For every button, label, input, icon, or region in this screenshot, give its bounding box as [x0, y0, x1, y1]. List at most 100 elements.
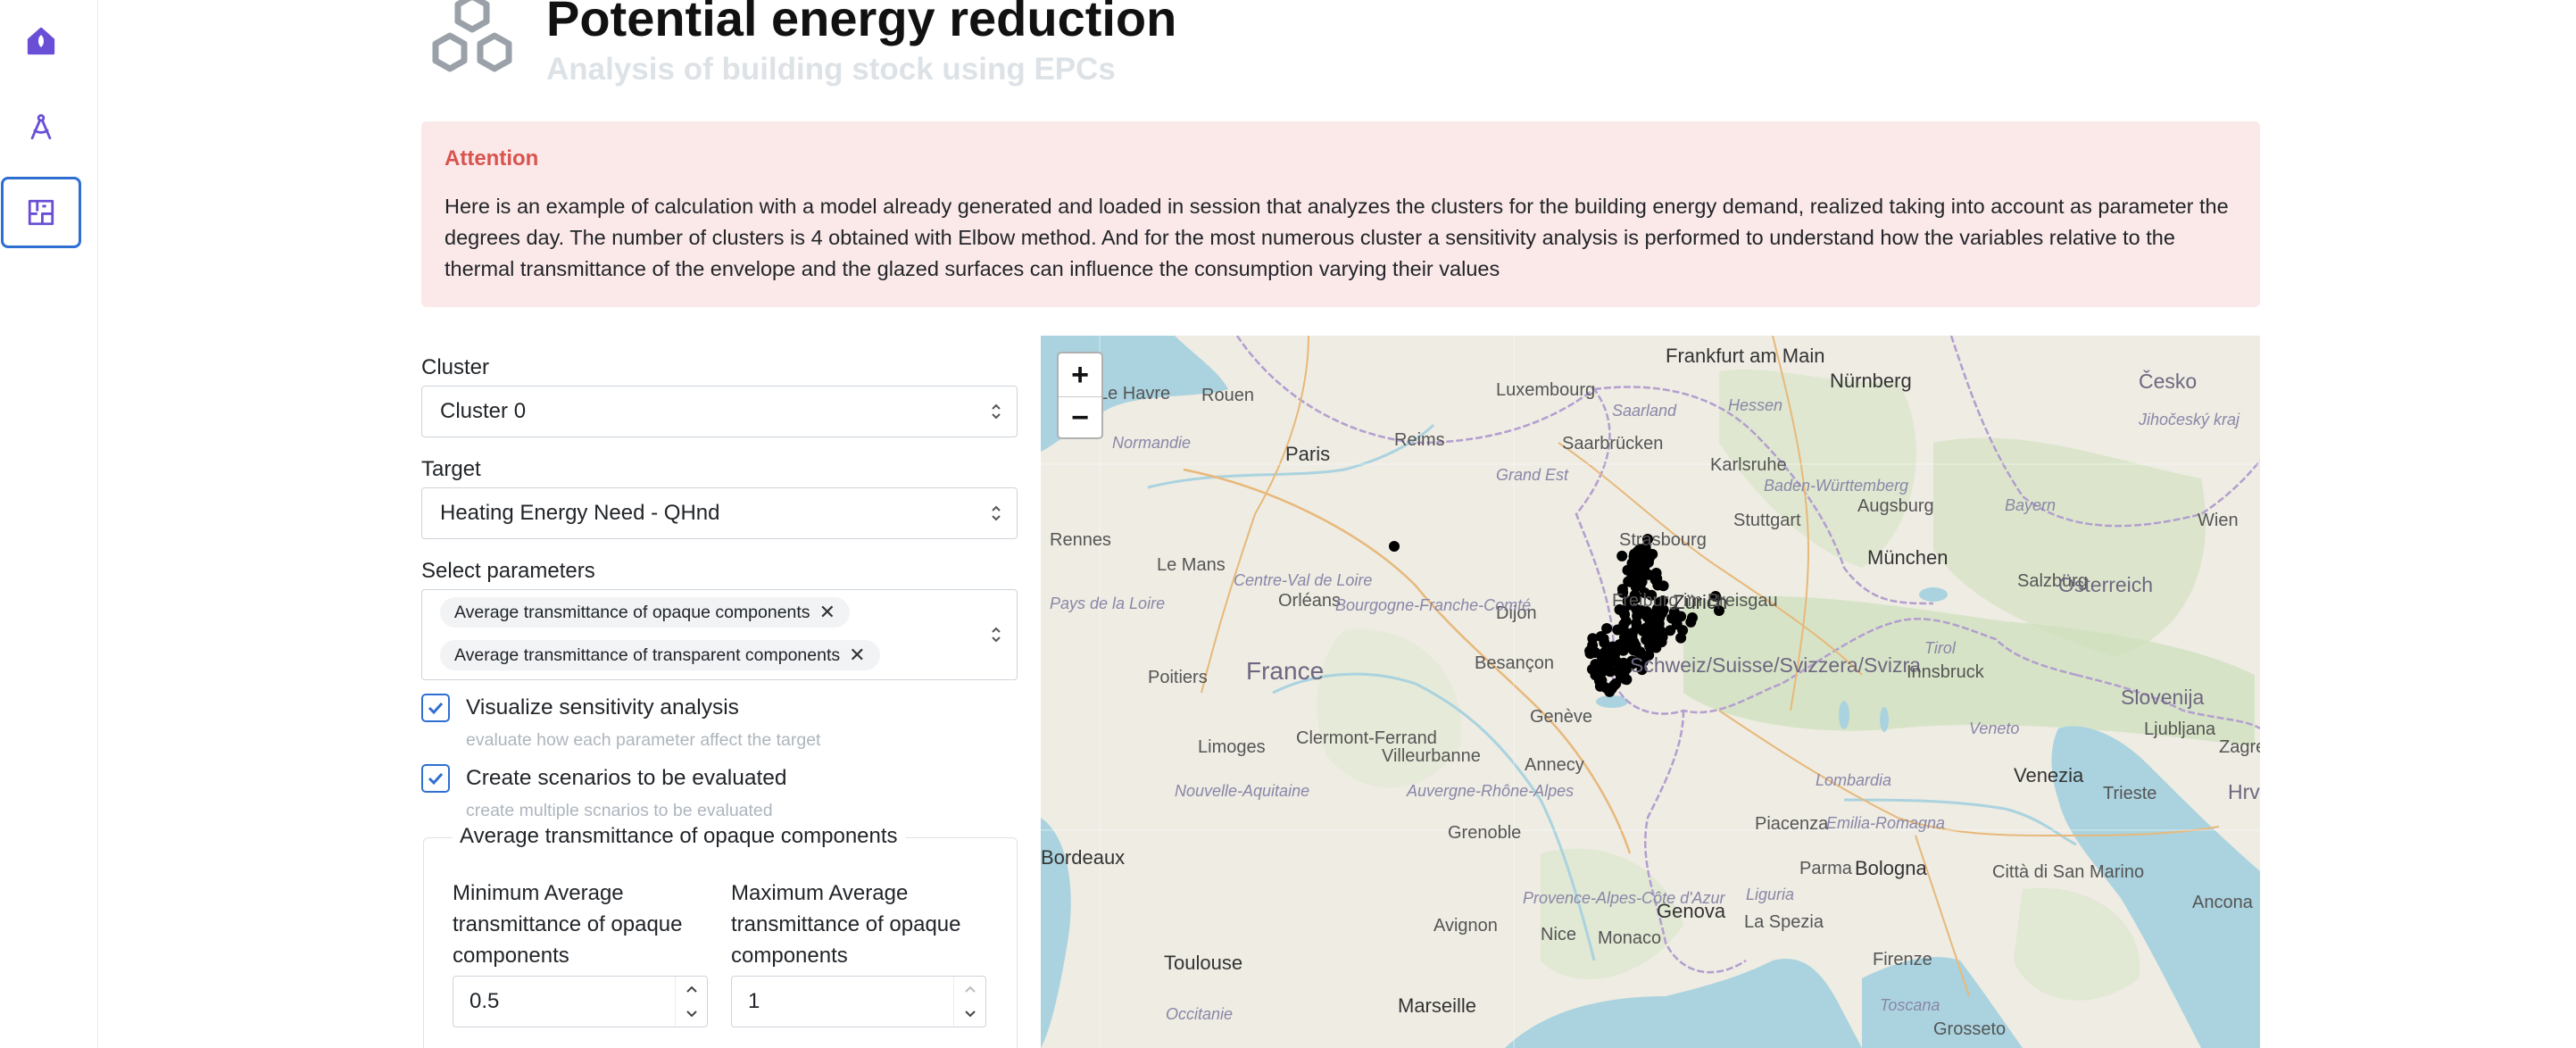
- alert-body: Here is an example of calculation with a…: [445, 195, 2229, 280]
- cluster-select[interactable]: Cluster 0: [421, 386, 1018, 437]
- map-marker[interactable]: [1593, 659, 1605, 670]
- sensitivity-label[interactable]: Visualize sensitivity analysis: [466, 695, 739, 720]
- map-label: Marseille: [1398, 994, 1477, 1017]
- chevron-updown-icon: [992, 505, 1001, 521]
- map-label: Grand Est: [1496, 466, 1569, 484]
- map-label: Nouvelle-Aquitaine: [1175, 782, 1310, 800]
- floorplan-icon: [28, 199, 54, 226]
- chevron-up-icon[interactable]: [676, 977, 707, 1002]
- map-label: Centre-Val de Loire: [1234, 571, 1373, 589]
- scenarios-hint: create multiple scnarios to be evaluated: [466, 801, 773, 820]
- map-label: Ancona: [2192, 893, 2253, 912]
- map-label: Grosseto: [1933, 1019, 2007, 1039]
- cluster-map[interactable]: Le Havre Rouen Paris Reims Luxembourg Fr…: [1041, 336, 2260, 1048]
- map-label: Zürich: [1673, 591, 1728, 613]
- sidebar-item-compass[interactable]: [1, 91, 81, 162]
- map-marker[interactable]: [1605, 657, 1616, 669]
- map-label: Avignon: [1433, 916, 1498, 936]
- map-label: Normandie: [1112, 434, 1192, 452]
- map-marker[interactable]: [1389, 541, 1400, 552]
- map-marker[interactable]: [1616, 550, 1628, 561]
- zoom-in-button[interactable]: +: [1059, 353, 1101, 396]
- map-label: Trieste: [2103, 784, 2157, 803]
- map-marker[interactable]: [1627, 628, 1638, 638]
- map-label: Villeurbanne: [1382, 746, 1481, 766]
- remove-tag-icon[interactable]: ✕: [819, 601, 835, 624]
- map-label: München: [1867, 546, 1949, 569]
- map-label: Genève: [1530, 707, 1593, 727]
- map-label: Bologna: [1855, 857, 1927, 879]
- max-opaque-value: 1: [748, 989, 760, 1013]
- chevron-down-icon[interactable]: [954, 1002, 985, 1027]
- map-marker[interactable]: [1600, 682, 1612, 694]
- map-label: Schweiz/Suisse/Svizzera/Svizra: [1630, 653, 1921, 677]
- map-label: Jihočeský kraj: [2139, 411, 2240, 428]
- min-opaque-stepper[interactable]: [675, 977, 707, 1027]
- chevron-up-icon[interactable]: [954, 977, 985, 1002]
- map-label: Venezia: [2014, 764, 2084, 786]
- max-opaque-input[interactable]: 1: [731, 976, 986, 1027]
- map-label: Rennes: [1050, 530, 1111, 550]
- checkmark-icon: [428, 772, 444, 786]
- map-label: Saarland: [1612, 402, 1677, 420]
- remove-tag-icon[interactable]: ✕: [849, 644, 865, 667]
- map-marker[interactable]: [1640, 624, 1651, 636]
- parameter-tag: Average transmittance of opaque componen…: [440, 597, 850, 628]
- map-marker[interactable]: [1677, 625, 1689, 636]
- map-label: Frankfurt am Main: [1666, 345, 1825, 367]
- map-label: Rouen: [1201, 386, 1254, 405]
- sidebar-item-home[interactable]: [1, 5, 81, 77]
- min-opaque-input[interactable]: 0.5: [453, 976, 708, 1027]
- hexagon-logo-icon: [432, 0, 512, 72]
- sidebar-item-floorplan[interactable]: [1, 177, 81, 248]
- map-marker[interactable]: [1652, 579, 1664, 591]
- home-rocket-icon: [27, 27, 55, 55]
- target-select[interactable]: Heating Energy Need - QHnd: [421, 487, 1018, 539]
- map-marker[interactable]: [1641, 634, 1652, 645]
- scenarios-checkbox[interactable]: [421, 764, 450, 793]
- map-label: Le Mans: [1157, 555, 1226, 575]
- map-label: Augsburg: [1857, 496, 1934, 516]
- map-label: Veneto: [1969, 719, 2020, 737]
- chevron-updown-icon[interactable]: [990, 625, 1002, 645]
- cluster-select-value: Cluster 0: [440, 399, 527, 423]
- map-label: Baden-Württemberg: [1764, 477, 1909, 495]
- parameters-multiselect[interactable]: Average transmittance of opaque componen…: [421, 589, 1018, 680]
- max-opaque-label: Maximum Average transmittance of opaque …: [731, 881, 961, 968]
- map-marker[interactable]: [1634, 578, 1646, 588]
- map-label: Ljubljana: [2144, 719, 2216, 739]
- target-label: Target: [421, 457, 481, 481]
- attention-alert: Attention Here is an example of calculat…: [421, 121, 2260, 307]
- map-label: Firenze: [1873, 950, 1932, 969]
- map-marker[interactable]: [1625, 576, 1636, 587]
- sensitivity-checkbox[interactable]: [421, 694, 450, 722]
- map-label: Poitiers: [1148, 668, 1208, 687]
- chevron-down-icon[interactable]: [676, 1002, 707, 1027]
- map-label: Toulouse: [1164, 952, 1243, 974]
- page-title: Potential energy reduction: [546, 0, 1177, 46]
- checkmark-icon: [428, 702, 444, 715]
- map-marker[interactable]: [1601, 623, 1613, 634]
- map-label: Le Havre: [1098, 384, 1171, 403]
- map-marker[interactable]: [1602, 647, 1614, 659]
- cluster-label: Cluster: [421, 355, 490, 379]
- scenarios-label[interactable]: Create scenarios to be evaluated: [466, 766, 787, 791]
- map-marker[interactable]: [1598, 633, 1609, 645]
- map-label: Orléans: [1278, 591, 1342, 611]
- map-label: Auvergne-Rhône-Alpes: [1407, 782, 1575, 800]
- map-label: Zagreb: [2219, 737, 2260, 757]
- max-opaque-stepper[interactable]: [953, 977, 985, 1027]
- parameters-label: Select parameters: [421, 559, 595, 583]
- map-label: Grenoble: [1448, 823, 1522, 843]
- parameter-tag-label: Average transmittance of transparent com…: [454, 645, 841, 665]
- map-label: Wien: [2198, 511, 2239, 530]
- map-marker[interactable]: [1587, 640, 1599, 651]
- sensitivity-hint: evaluate how each parameter affect the t…: [466, 730, 821, 750]
- map-marker[interactable]: [1638, 561, 1649, 573]
- map-label: Nürnberg: [1830, 370, 1912, 392]
- map-label: Österreich: [2058, 573, 2154, 596]
- page-subtitle: Analysis of building stock using EPCs: [546, 52, 1116, 87]
- map-marker[interactable]: [1650, 642, 1662, 653]
- map-marker[interactable]: [1620, 616, 1632, 627]
- zoom-out-button[interactable]: −: [1059, 396, 1101, 437]
